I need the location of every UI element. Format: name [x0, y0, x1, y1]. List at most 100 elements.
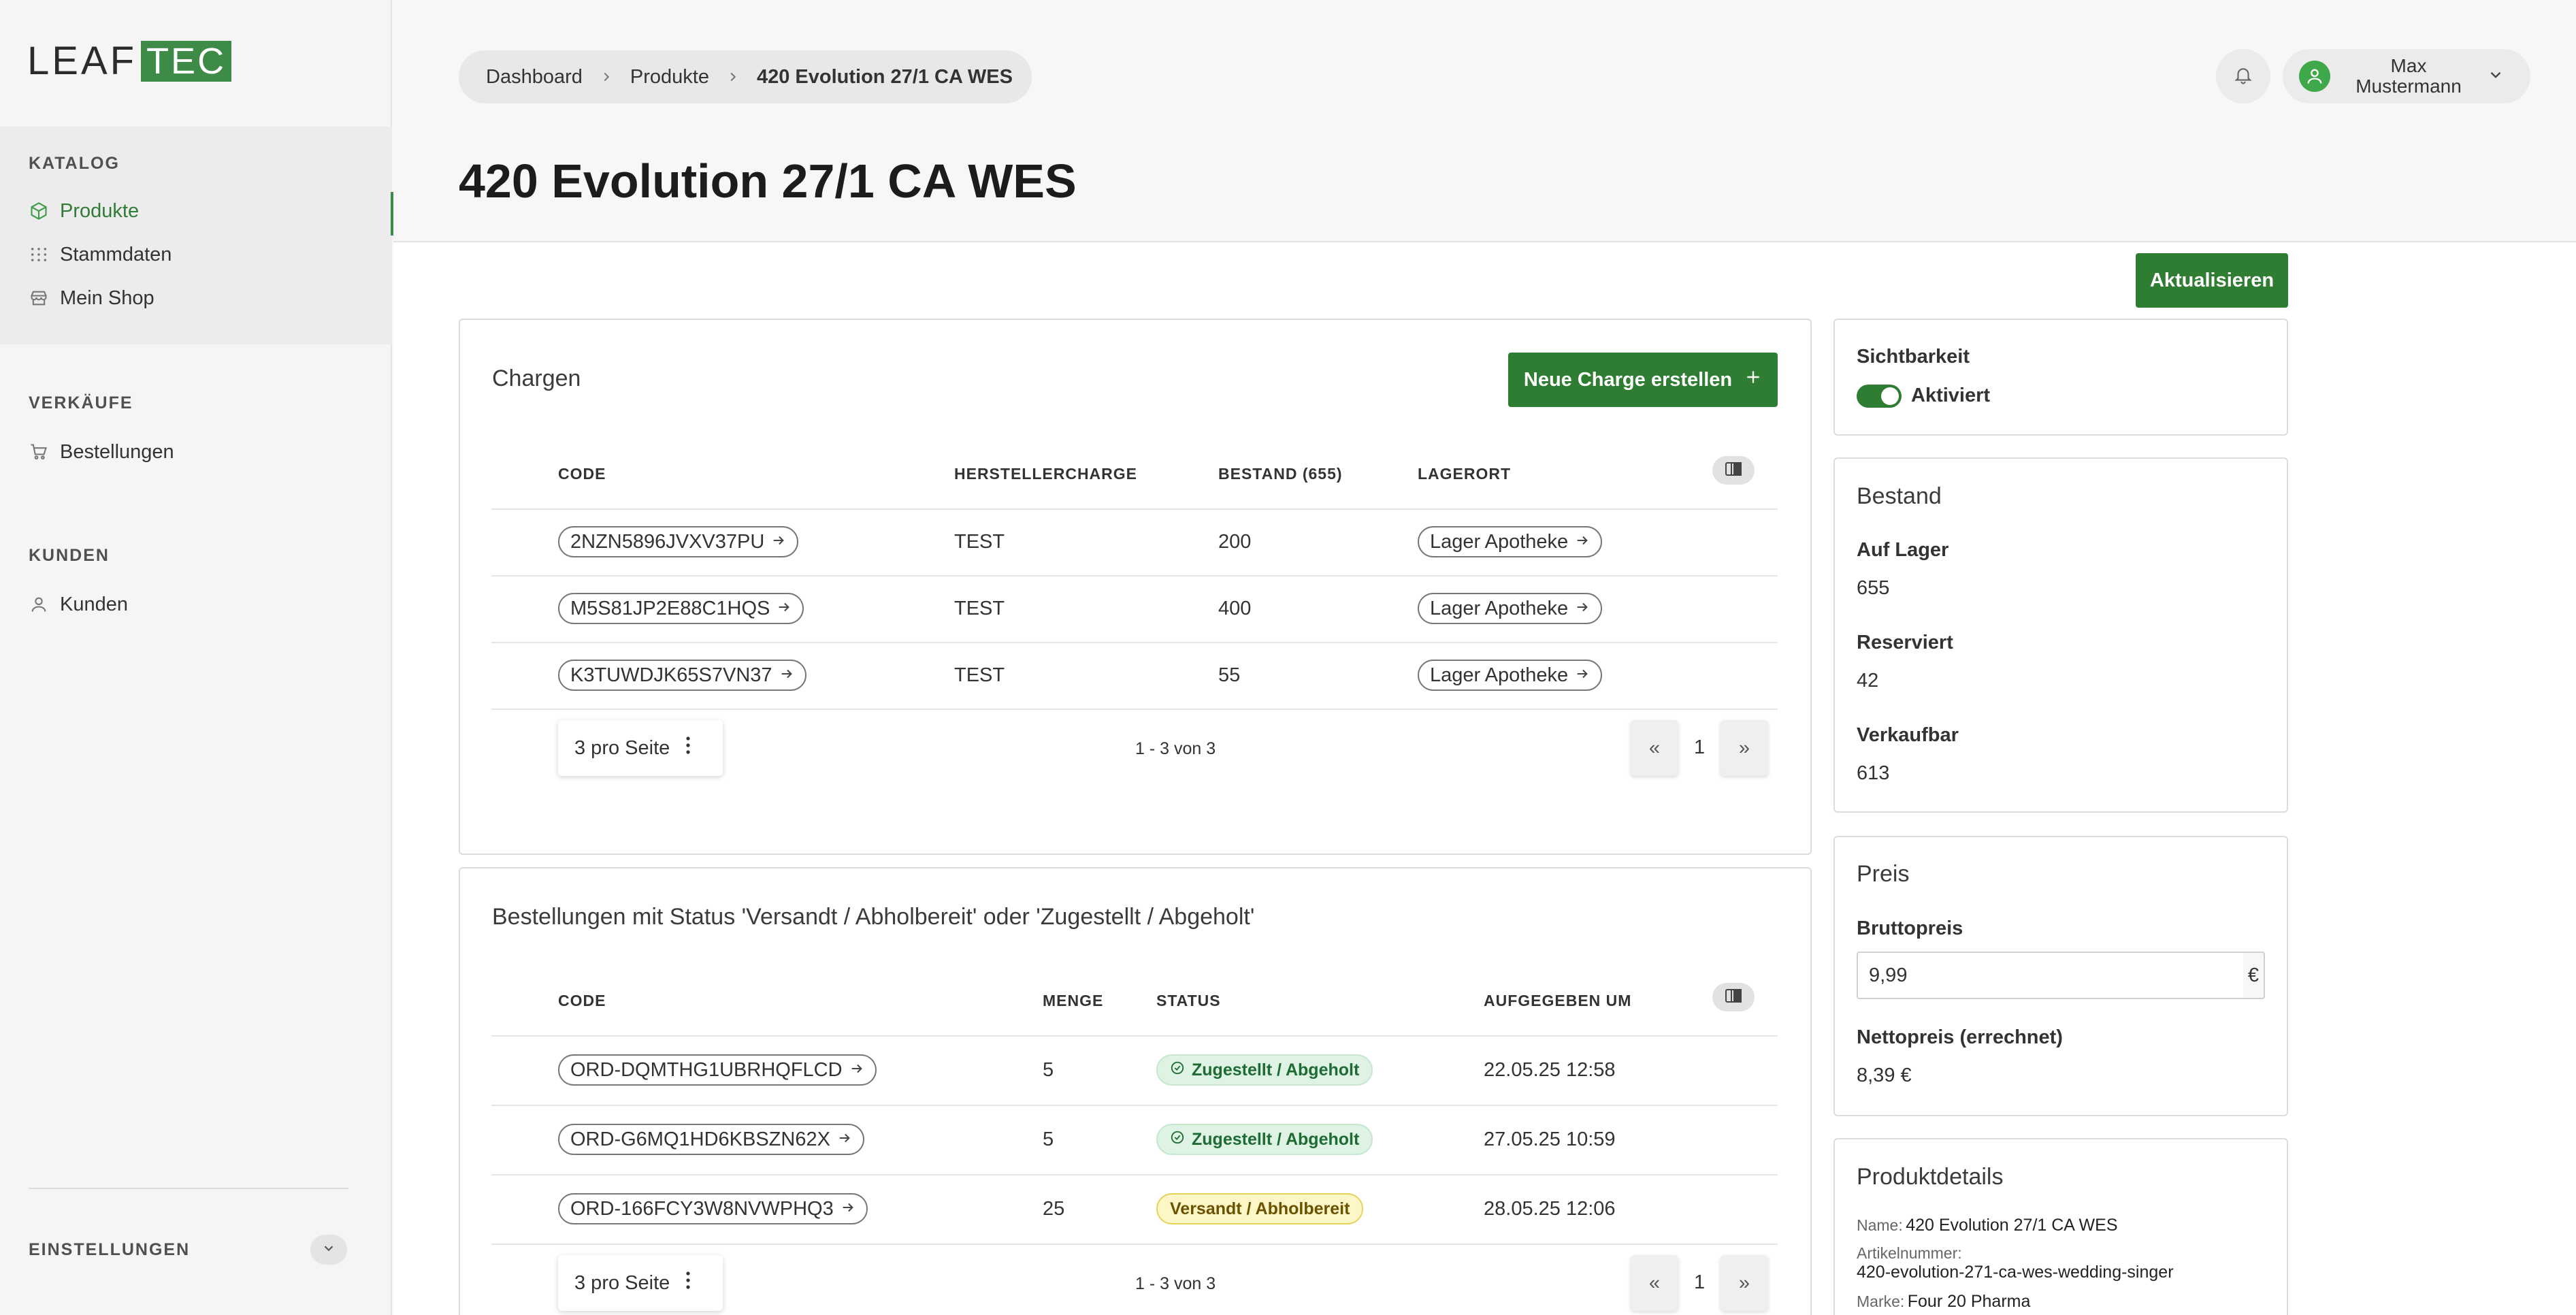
sellable-label: Verkaufbar [1857, 724, 1959, 746]
column-settings-button[interactable] [1712, 456, 1755, 485]
arrow-right-icon [1575, 598, 1590, 620]
refresh-button[interactable]: Aktualisieren [2136, 253, 2288, 308]
per-page-select[interactable]: 3 pro Seite [558, 1255, 723, 1311]
sidebar-divider [29, 1188, 348, 1189]
breadcrumb-item-dashboard[interactable]: Dashboard [486, 66, 583, 88]
order-code-link[interactable]: ORD-166FCY3W8NVWPHQ3 [558, 1193, 868, 1224]
check-circle-icon [1170, 1060, 1185, 1080]
order-date: 28.05.25 12:06 [1484, 1198, 1616, 1220]
column-header-lagerort[interactable]: LAGERORT [1418, 465, 1511, 483]
orders-title: Bestellungen mit Status 'Versandt / Abho… [492, 904, 1255, 930]
lagerort-label: Lager Apotheke [1430, 597, 1569, 619]
arrow-right-icon [837, 1129, 852, 1151]
sidebar-item-stammdaten[interactable]: Stammdaten [29, 241, 172, 268]
charge-code-link[interactable]: K3TUWDJK65S7VN37 [558, 660, 806, 691]
status-badge: Zugestellt / Abgeholt [1156, 1124, 1373, 1155]
settings-label[interactable]: EINSTELLUNGEN [29, 1240, 190, 1260]
arrow-right-icon [1575, 531, 1590, 553]
pagination-current-page[interactable]: 1 [1694, 736, 1705, 759]
charge-code: M5S81JP2E88C1HQS [570, 597, 770, 619]
detail-article-label: Artikelnummer: [1857, 1244, 1962, 1262]
column-header-code[interactable]: CODE [558, 465, 606, 483]
settings-expand-button[interactable] [310, 1235, 347, 1265]
breadcrumb-item-produkte[interactable]: Produkte [630, 66, 709, 88]
new-charge-label: Neue Charge erstellen [1523, 368, 1733, 391]
nav-group-kunden: KUNDEN Kunden [0, 531, 392, 633]
pagination-current-page[interactable]: 1 [1694, 1271, 1705, 1294]
table-divider [491, 508, 1778, 510]
nav-group-title: KATALOG [29, 154, 120, 173]
nav-group-title: VERKÄUFE [29, 393, 133, 412]
on-stock-label: Auf Lager [1857, 539, 1949, 561]
sidebar-item-produkte[interactable]: Produkte [29, 197, 139, 225]
nav-group-title: KUNDEN [29, 546, 110, 565]
column-header-code[interactable]: CODE [558, 992, 606, 1010]
column-header-bestand[interactable]: BESTAND (655) [1218, 465, 1343, 483]
pagination-next-button[interactable]: » [1721, 1255, 1768, 1311]
charge-code: 2NZN5896JVXV37PU [570, 530, 765, 553]
detail-name-label: Name: [1857, 1216, 1903, 1234]
visibility-toggle[interactable] [1857, 385, 1902, 408]
new-charge-button[interactable]: Neue Charge erstellen [1508, 353, 1778, 407]
arrow-right-icon [779, 664, 794, 687]
per-page-select[interactable]: 3 pro Seite [558, 720, 723, 776]
pagination-prev-button[interactable]: « [1631, 1255, 1678, 1311]
user-last-name: Mustermann [2355, 76, 2462, 97]
charge-code: K3TUWDJK65S7VN37 [570, 664, 772, 686]
check-circle-icon [1170, 1130, 1185, 1150]
charge-hersteller: TEST [954, 664, 1005, 686]
net-price-value: 8,39 € [1857, 1065, 1912, 1086]
table-divider [491, 1174, 1778, 1175]
chevron-down-icon [2487, 66, 2505, 87]
lagerort-link[interactable]: Lager Apotheke [1418, 660, 1603, 691]
pagination-range: 1 - 3 von 3 [1135, 1274, 1216, 1293]
more-vertical-icon [685, 1270, 691, 1296]
order-code-link[interactable]: ORD-G6MQ1HD6KBSZN62X [558, 1124, 864, 1155]
notifications-button[interactable] [2216, 49, 2270, 103]
order-menge: 5 [1043, 1129, 1054, 1150]
column-header-herstellercharge[interactable]: HERSTELLERCHARGE [954, 465, 1137, 483]
charge-bestand: 400 [1218, 598, 1252, 619]
user-first-name: Max [2390, 55, 2427, 76]
detail-brand-value: Four 20 Pharma [1907, 1292, 2031, 1311]
sidebar-item-bestellungen[interactable]: Bestellungen [29, 438, 174, 466]
status-label: Zugestellt / Abgeholt [1192, 1060, 1360, 1079]
columns-icon [1725, 461, 1742, 480]
column-settings-button[interactable] [1712, 983, 1755, 1011]
sidebar-item-mein-shop[interactable]: Mein Shop [29, 285, 154, 312]
user-menu-button[interactable]: Max Mustermann [2283, 49, 2530, 103]
status-label: Zugestellt / Abgeholt [1192, 1129, 1360, 1149]
arrow-right-icon [771, 531, 786, 553]
per-page-label: 3 pro Seite [574, 1271, 670, 1294]
order-code-link[interactable]: ORD-DQMTHG1UBRHQFLCD [558, 1054, 877, 1086]
gross-price-input[interactable] [1857, 952, 2245, 999]
avatar [2299, 61, 2330, 92]
charge-code-link[interactable]: M5S81JP2E88C1HQS [558, 593, 804, 624]
pagination-prev-button[interactable]: « [1631, 720, 1678, 776]
more-vertical-icon [685, 735, 691, 761]
nav-group-katalog: KATALOG Produkte Stammdaten Mein Shop [0, 127, 393, 344]
sidebar-item-kunden[interactable]: Kunden [29, 591, 128, 618]
grid-icon [29, 244, 49, 265]
arrow-right-icon [1575, 664, 1590, 687]
lagerort-link[interactable]: Lager Apotheke [1418, 526, 1603, 557]
charge-hersteller: TEST [954, 598, 1005, 619]
visibility-card [1833, 319, 2288, 436]
order-date: 27.05.25 10:59 [1484, 1129, 1616, 1150]
sidebar-item-label: Produkte [60, 199, 140, 222]
breadcrumb: Dashboard Produkte 420 Evolution 27/1 CA… [459, 50, 1032, 103]
visibility-toggle-label: Aktiviert [1911, 385, 1991, 406]
reserved-label: Reserviert [1857, 632, 1953, 653]
column-header-aufgegeben[interactable]: AUFGEGEBEN UM [1484, 992, 1631, 1010]
order-date: 22.05.25 12:58 [1484, 1059, 1616, 1081]
detail-name-value: 420 Evolution 27/1 CA WES [1906, 1216, 2118, 1235]
column-header-status[interactable]: STATUS [1156, 992, 1221, 1010]
visibility-label: Sichtbarkeit [1857, 346, 1970, 368]
column-header-menge[interactable]: MENGE [1043, 992, 1103, 1010]
per-page-label: 3 pro Seite [574, 736, 670, 759]
stock-title: Bestand [1857, 483, 1942, 509]
lagerort-link[interactable]: Lager Apotheke [1418, 593, 1603, 624]
charge-code-link[interactable]: 2NZN5896JVXV37PU [558, 526, 799, 557]
pagination-next-button[interactable]: » [1721, 720, 1768, 776]
logo[interactable]: LEAF TEC [27, 39, 232, 83]
